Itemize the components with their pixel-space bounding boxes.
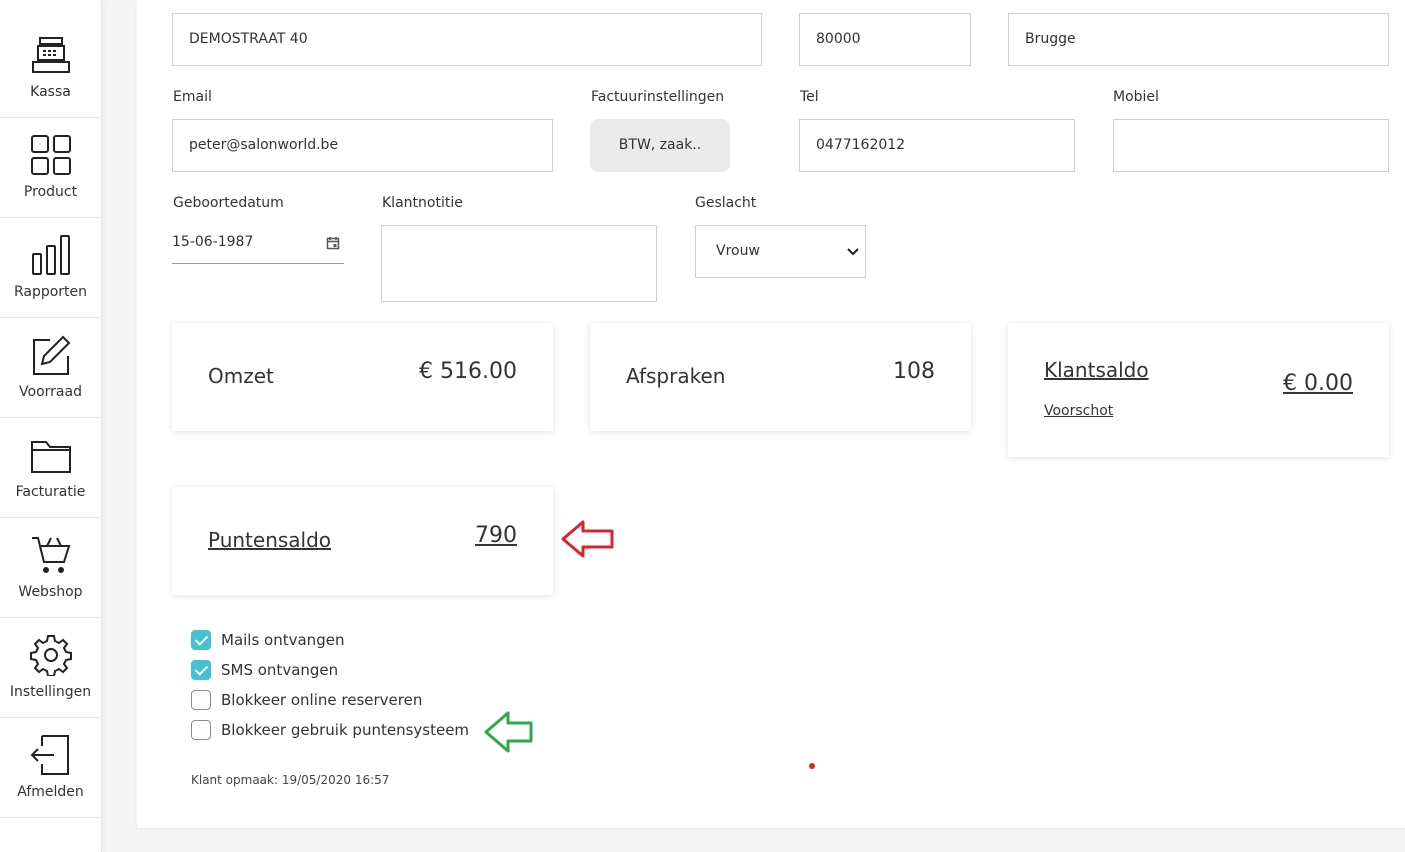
mobile-label: Mobiel — [1113, 89, 1159, 105]
omzet-card: Omzet € 516.00 — [172, 323, 553, 431]
sidebar-item-voorraad[interactable]: Voorraad — [0, 318, 101, 418]
sidebar-item-label: Kassa — [30, 84, 71, 100]
cash-register-icon — [32, 37, 70, 73]
puntensaldo-value[interactable]: 790 — [475, 523, 517, 548]
invoice-settings-label: Factuurinstellingen — [591, 89, 725, 105]
sidebar-item-webshop[interactable]: Webshop — [0, 518, 101, 618]
birthdate-input[interactable]: 15-06-1987 — [172, 224, 344, 264]
sidebar: Kassa Product Rapporten Voorraad Factura… — [0, 0, 102, 852]
created-timestamp: Klant opmaak: 19/05/2020 16:57 — [191, 773, 390, 787]
mails-label: Mails ontvangen — [221, 631, 345, 649]
sidebar-item-label: Instellingen — [9, 684, 92, 700]
note-label: Klantnotitie — [382, 195, 463, 211]
sidebar-item-instellingen[interactable]: Instellingen — [0, 618, 101, 718]
afspraken-card: Afspraken 108 — [590, 323, 971, 431]
mobile-field[interactable] — [1113, 119, 1389, 172]
tel-label: Tel — [800, 89, 819, 105]
afspraken-value: 108 — [893, 359, 935, 384]
voorschot-link[interactable]: Voorschot — [1044, 403, 1113, 419]
gender-label: Geslacht — [695, 195, 757, 211]
sidebar-item-kassa[interactable]: Kassa — [0, 18, 101, 118]
afspraken-label: Afspraken — [626, 364, 726, 388]
sidebar-item-label: Webshop — [18, 584, 83, 600]
email-field[interactable]: peter@salonworld.be — [172, 119, 553, 172]
omzet-value: € 516.00 — [419, 359, 517, 384]
block-online-booking-label: Blokkeer online reserveren — [221, 691, 423, 709]
street-field[interactable]: DEMOSTRAAT 40 — [172, 13, 762, 66]
sidebar-item-product[interactable]: Product — [0, 118, 101, 218]
grid-icon — [31, 135, 71, 175]
puntensaldo-card: Puntensaldo 790 — [172, 487, 553, 595]
gender-value: Vrouw — [716, 243, 760, 259]
block-points-checkbox[interactable] — [191, 720, 211, 740]
birthdate-value: 15-06-1987 — [172, 234, 254, 250]
sms-checkbox[interactable] — [191, 660, 211, 680]
invoice-settings-button[interactable]: BTW, zaak.. — [590, 119, 730, 172]
sidebar-item-label: Facturatie — [15, 484, 86, 500]
block-points-label: Blokkeer gebruik puntensysteem — [221, 721, 470, 739]
bar-chart-icon — [32, 235, 70, 275]
cart-icon — [32, 537, 71, 573]
note-textarea[interactable] — [381, 225, 657, 302]
klantsaldo-value[interactable]: € 0.00 — [1283, 371, 1353, 396]
sidebar-item-label: Voorraad — [19, 384, 82, 400]
puntensaldo-link[interactable]: Puntensaldo — [208, 528, 331, 552]
gear-icon — [30, 635, 72, 676]
block-online-booking-checkbox[interactable] — [191, 690, 211, 710]
gender-select[interactable]: Vrouw — [695, 225, 866, 278]
omzet-label: Omzet — [208, 364, 274, 388]
logout-icon — [30, 735, 69, 775]
sidebar-item-label: Afmelden — [17, 784, 84, 800]
sidebar-item-afmelden[interactable]: Afmelden — [0, 718, 101, 818]
green-arrow-annotation — [484, 711, 533, 753]
sms-label: SMS ontvangen — [221, 661, 339, 679]
tel-field[interactable]: 0477162012 — [799, 119, 1075, 172]
mails-checkbox[interactable] — [191, 630, 211, 650]
cursor-dot — [809, 763, 815, 769]
chevron-down-icon — [847, 248, 859, 256]
sidebar-item-rapporten[interactable]: Rapporten — [0, 218, 101, 318]
sidebar-item-facturatie[interactable]: Facturatie — [0, 418, 101, 518]
folder-icon — [31, 441, 71, 473]
sidebar-item-label: Product — [23, 184, 78, 200]
birthdate-label: Geboortedatum — [173, 195, 284, 211]
city-field[interactable]: Brugge — [1008, 13, 1389, 66]
edit-icon — [33, 335, 71, 375]
postcode-field[interactable]: 80000 — [799, 13, 971, 66]
klantsaldo-link[interactable]: Klantsaldo — [1044, 358, 1149, 382]
email-label: Email — [173, 89, 212, 105]
red-arrow-annotation — [561, 520, 614, 558]
klantsaldo-card: Klantsaldo Voorschot € 0.00 — [1008, 323, 1389, 457]
sidebar-item-label: Rapporten — [13, 284, 88, 300]
calendar-icon[interactable] — [326, 236, 340, 250]
